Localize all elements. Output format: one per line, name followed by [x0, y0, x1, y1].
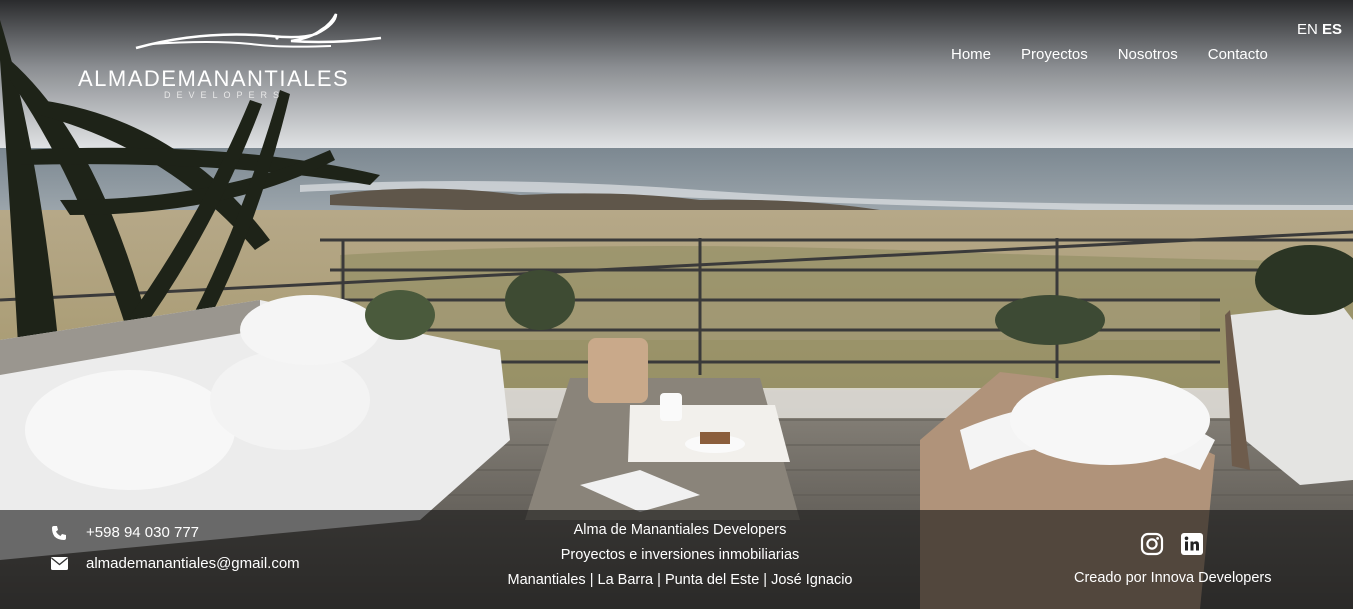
company-info: Alma de Manantiales Developers Proyectos…	[465, 518, 895, 593]
company-locations: Manantiales | La Barra | Punta del Este …	[507, 572, 853, 588]
company-tagline: Proyectos e inversiones inmobiliarias	[560, 547, 800, 563]
brand-logo[interactable]: ALMADEMANANTIALES DEVELOPERS	[76, 6, 386, 106]
email-contact[interactable]: almademanantiales@gmail.com	[50, 555, 300, 572]
phone-number: +598 94 030 777	[86, 524, 200, 541]
bird-logo-icon	[135, 13, 382, 50]
nav-proyectos[interactable]: Proyectos	[1021, 46, 1088, 63]
site-header: ALMADEMANANTIALES DEVELOPERS EN ES Home …	[0, 0, 1353, 120]
nav-home[interactable]: Home	[951, 46, 991, 63]
linkedin-icon[interactable]	[1180, 532, 1204, 556]
brand-subtitle: DEVELOPERS	[164, 90, 286, 100]
phone-contact[interactable]: +598 94 030 777	[50, 524, 199, 541]
nav-contacto[interactable]: Contacto	[1208, 46, 1268, 63]
lang-es-link[interactable]: ES	[1322, 21, 1342, 38]
instagram-icon[interactable]	[1140, 532, 1164, 556]
email-address: almademanantiales@gmail.com	[86, 555, 300, 572]
nav-nosotros[interactable]: Nosotros	[1118, 46, 1178, 63]
main-nav: Home Proyectos Nosotros Contacto	[951, 46, 1298, 63]
envelope-icon	[50, 556, 68, 572]
lang-en-link[interactable]: EN	[1297, 21, 1318, 38]
site-footer: +598 94 030 777 almademanantiales@gmail.…	[0, 510, 1353, 609]
developer-credit[interactable]: Creado por Innova Developers	[1074, 570, 1271, 586]
company-name: Alma de Manantiales Developers	[573, 522, 787, 538]
language-switcher: EN ES	[1297, 21, 1342, 38]
brand-name: ALMADEMANANTIALES	[78, 66, 350, 91]
phone-icon	[50, 525, 68, 541]
social-links	[1140, 532, 1204, 556]
